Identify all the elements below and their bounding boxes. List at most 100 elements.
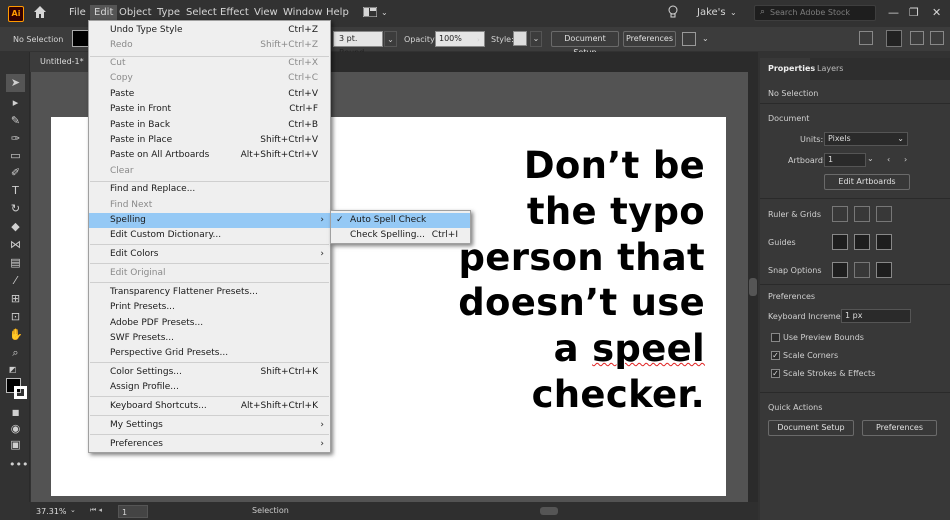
menu-view[interactable]: View [254, 7, 278, 18]
rotate-tool-icon[interactable]: ↻ [9, 202, 22, 215]
menu-item-paste-in-place[interactable]: Paste in Place Shift+Ctrl+V [89, 133, 330, 148]
menu-item-perspective-grid-presets[interactable]: Perspective Grid Presets... [89, 346, 330, 361]
snap-to-pixel-icon[interactable] [876, 262, 892, 278]
artboard-nav-arrows-icon[interactable]: ⏮ ◂ [90, 506, 102, 515]
chevron-down-icon[interactable]: ⌄ [867, 154, 874, 163]
workspace-chevron-icon[interactable]: ⌄ [381, 8, 388, 17]
menu-item-redo[interactable]: Redo Shift+Ctrl+Z [89, 38, 330, 53]
lock-guides-icon[interactable] [854, 234, 870, 250]
menu-item-edit-original[interactable]: Edit Original [89, 266, 330, 281]
graphic-style-swatch[interactable] [513, 31, 527, 46]
workspace-grid-icon[interactable] [363, 7, 377, 17]
transparency-grid-icon[interactable] [876, 206, 892, 222]
menu-window[interactable]: Window [283, 7, 322, 18]
lightbulb-icon[interactable] [668, 5, 678, 19]
align-icon[interactable] [886, 30, 902, 47]
document-setup-button[interactable]: Document Setup [551, 31, 619, 57]
menu-item-check-spelling[interactable]: Check Spelling... Ctrl+I [331, 228, 470, 243]
chevron-right-icon[interactable]: › [904, 155, 907, 164]
quick-document-setup-button[interactable]: Document Setup [768, 420, 854, 436]
draw-mode-icon[interactable]: ◉ [9, 422, 22, 435]
snap-to-point-icon[interactable] [832, 262, 848, 278]
close-icon[interactable]: ✕ [932, 6, 941, 19]
menu-type[interactable]: Type [157, 7, 180, 18]
width-tool-icon[interactable]: ⋈ [9, 238, 22, 251]
artboard-field[interactable]: 1 [824, 153, 866, 167]
menu-item-assign-profile[interactable]: Assign Profile... [89, 380, 330, 395]
menu-select[interactable]: Select [186, 7, 217, 18]
menu-item-swf-presets[interactable]: SWF Presets... [89, 331, 330, 346]
menu-item-find-replace[interactable]: Find and Replace... [89, 182, 330, 197]
menu-item-edit-colors[interactable]: Edit Colors › [89, 247, 330, 262]
menu-object[interactable]: Object [119, 7, 152, 18]
keyboard-increment-field[interactable]: 1 px [841, 309, 911, 323]
artboard-number-field[interactable]: 1 [118, 505, 148, 518]
paintbrush-tool-icon[interactable]: ✐ [9, 166, 22, 179]
default-colors-icon[interactable]: ◩ [6, 363, 19, 376]
menu-item-copy[interactable]: Copy Ctrl+C [89, 71, 330, 86]
menu-item-preferences[interactable]: Preferences › [89, 437, 330, 452]
tab-properties[interactable]: Properties [760, 58, 815, 80]
menu-effect[interactable]: Effect [220, 7, 249, 18]
type-tool-icon[interactable]: T [9, 184, 22, 197]
menu-item-adobe-pdf-presets[interactable]: Adobe PDF Presets... [89, 316, 330, 331]
menu-item-keyboard-shortcuts[interactable]: Keyboard Shortcuts... Alt+Shift+Ctrl+K [89, 399, 330, 414]
chevron-down-icon[interactable] [910, 31, 924, 45]
hand-tool-icon[interactable]: ✋ [9, 328, 23, 341]
scale-strokes-checkbox[interactable]: ✓ [771, 369, 780, 378]
chevron-down-icon[interactable]: ⌄ [384, 31, 397, 47]
minimize-icon[interactable]: — [888, 6, 899, 19]
quick-preferences-button[interactable]: Preferences [862, 420, 937, 436]
menu-item-undo[interactable]: Undo Type Style Ctrl+Z [89, 23, 330, 38]
chevron-down-icon[interactable]: ⌄ [70, 506, 76, 514]
shape-builder-tool-icon[interactable]: ⊞ [9, 292, 22, 305]
stroke-color-icon[interactable] [14, 386, 27, 399]
chevron-down-icon[interactable]: ⌄ [702, 34, 709, 43]
show-guides-icon[interactable] [832, 234, 848, 250]
menu-item-paste[interactable]: Paste Ctrl+V [89, 87, 330, 102]
curvature-tool-icon[interactable]: ✑ [9, 132, 22, 145]
menu-edit[interactable]: Edit [90, 5, 118, 20]
workspace-name[interactable]: Jake's [697, 7, 726, 18]
opacity-label[interactable]: Opacity: [404, 35, 437, 44]
edit-artboards-button[interactable]: Edit Artboards [824, 174, 910, 190]
use-preview-bounds-checkbox[interactable] [771, 333, 780, 342]
status-tool-label[interactable]: Selection [252, 506, 289, 515]
color-mode-icon[interactable]: ■ [9, 406, 22, 419]
vertical-scrollbar[interactable] [748, 72, 758, 502]
rectangle-tool-icon[interactable]: ▭ [9, 149, 22, 162]
menu-item-print-presets[interactable]: Print Presets... [89, 300, 330, 315]
menu-item-find-next[interactable]: Find Next [89, 198, 330, 213]
eraser-tool-icon[interactable]: ◆ [9, 220, 22, 233]
arrange-documents-icon[interactable] [682, 32, 696, 46]
chevron-right-icon[interactable]: › [477, 36, 480, 44]
menu-item-paste-on-all-artboards[interactable]: Paste on All Artboards Alt+Shift+Ctrl+V [89, 148, 330, 163]
direct-selection-tool-icon[interactable]: ▸ [9, 96, 22, 109]
zoom-level-field[interactable]: 37.31% [36, 505, 74, 518]
restore-icon[interactable]: ❐ [909, 6, 919, 19]
menu-item-edit-custom-dictionary[interactable]: Edit Custom Dictionary... [89, 228, 330, 243]
stroke-weight-field[interactable]: 3 pt. Round [333, 31, 383, 57]
home-icon[interactable] [33, 5, 47, 19]
menu-item-clear[interactable]: Clear [89, 164, 330, 179]
chevron-down-icon[interactable]: ⌄ [730, 8, 737, 17]
tab-layers[interactable]: Layers [817, 64, 843, 73]
menu-item-transparency-flattener-presets[interactable]: Transparency Flattener Presets... [89, 285, 330, 300]
menu-file[interactable]: File [69, 7, 86, 18]
scale-corners-checkbox[interactable]: ✓ [771, 351, 780, 360]
more-tools-icon[interactable]: ••• [9, 458, 28, 471]
menu-item-my-settings[interactable]: My Settings › [89, 418, 330, 433]
fill-color-swatch[interactable] [72, 30, 89, 47]
zoom-tool-icon[interactable]: ⌕ [9, 346, 22, 359]
chevron-down-icon[interactable]: ⌄ [530, 31, 542, 47]
rulers-icon[interactable] [832, 206, 848, 222]
document-tab[interactable]: Untitled-1* @ [30, 52, 90, 86]
scrollbar-thumb[interactable] [749, 278, 757, 296]
screen-mode-icon[interactable]: ▣ [9, 438, 22, 451]
menu-item-paste-in-back[interactable]: Paste in Back Ctrl+B [89, 118, 330, 133]
panel-menu-icon[interactable] [930, 31, 944, 45]
chevron-left-icon[interactable]: ‹ [887, 155, 890, 164]
selection-tool-icon[interactable]: ➤ [6, 74, 25, 92]
units-select[interactable]: Pixels ⌄ [824, 132, 908, 146]
pen-tool-icon[interactable]: ✎ [9, 114, 22, 127]
